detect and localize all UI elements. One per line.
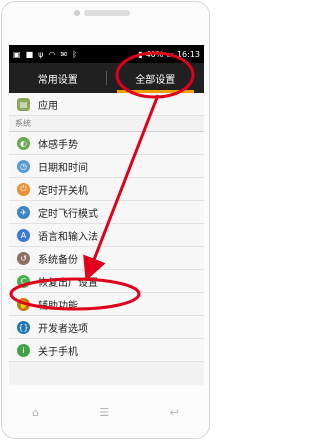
sim-icon: ▣: [13, 49, 21, 59]
settings-item-reset[interactable]: C 恢复出厂设置: [9, 270, 204, 293]
settings-item-language[interactable]: A 语言和输入法: [9, 224, 204, 247]
settings-tabs: 常用设置 全部设置: [9, 63, 204, 93]
settings-item-developer[interactable]: {} 开发者选项: [9, 316, 204, 339]
settings-item-label: 定时开关机: [38, 185, 88, 197]
gesture-icon: ◐: [17, 136, 30, 150]
clock-icon: ◷: [17, 159, 30, 173]
bluetooth-icon: ᛒ: [72, 49, 77, 59]
battery-icon: ▭: [166, 49, 174, 59]
battery-percent: 40%: [145, 49, 164, 59]
settings-item-backup[interactable]: ↺ 系统备份: [9, 247, 204, 270]
settings-item-label: 定时飞行模式: [38, 208, 98, 220]
power-icon: ⏻: [17, 182, 30, 196]
camera-icon: [74, 10, 80, 16]
settings-item-label: 系统备份: [38, 254, 78, 266]
developer-icon: {}: [17, 320, 30, 334]
info-icon: i: [17, 343, 30, 357]
settings-item-power[interactable]: ⏻ 定时开关机: [9, 178, 204, 201]
email-icon: ✉: [60, 49, 68, 59]
tab-all-settings[interactable]: 全部设置: [107, 63, 205, 93]
settings-item-apps[interactable]: ▤ 应用: [9, 93, 204, 116]
tab-common-settings[interactable]: 常用设置: [9, 63, 107, 93]
clock-time: 16:13: [176, 49, 200, 59]
phone-frame: ▣ ■ ψ ◠ ✉ ᛒ ▮ 40% ▭ 16:13 常用设置 全部设置 ▤ 应用…: [1, 1, 210, 439]
backup-icon: ↺: [17, 251, 30, 265]
section-header-system: 系统: [9, 116, 204, 132]
settings-item-label: 开发者选项: [38, 323, 88, 335]
earpiece: [84, 10, 130, 16]
settings-item-clock[interactable]: ◷ 日期和时间: [9, 155, 204, 178]
signal-icon: ▮: [138, 49, 143, 59]
screen: ▣ ■ ψ ◠ ✉ ᛒ ▮ 40% ▭ 16:13 常用设置 全部设置 ▤ 应用…: [9, 45, 204, 385]
home-icon[interactable]: ⌂: [32, 406, 39, 419]
back-icon[interactable]: ↩: [170, 406, 179, 419]
accessibility-icon: ✋: [17, 297, 30, 311]
settings-item-accessibility[interactable]: ✋ 辅助功能: [9, 293, 204, 316]
settings-item-label: 体感手势: [38, 139, 78, 151]
notification-icon: ■: [25, 49, 34, 59]
settings-item-label: 日期和时间: [38, 162, 88, 174]
settings-item-gesture[interactable]: ◐ 体感手势: [9, 132, 204, 155]
settings-item-label: 关于手机: [38, 346, 78, 358]
usb-icon: ψ: [38, 49, 44, 59]
reset-icon: C: [17, 274, 30, 288]
airplane-icon: ✈: [17, 205, 30, 219]
settings-item-label: 辅助功能: [38, 300, 78, 312]
apps-icon: ▤: [17, 97, 30, 111]
settings-list: ◐ 体感手势 ◷ 日期和时间 ⏻ 定时开关机 ✈ 定时飞行模式 A 语言和输入法 ↺ 系统备份 C 恢复出…: [9, 132, 204, 362]
settings-item-label: 应用: [38, 100, 58, 112]
language-icon: A: [17, 228, 30, 242]
settings-item-airplane[interactable]: ✈ 定时飞行模式: [9, 201, 204, 224]
status-bar: ▣ ■ ψ ◠ ✉ ᛒ ▮ 40% ▭ 16:13: [9, 45, 204, 63]
settings-item-label: 恢复出厂设置: [38, 277, 98, 289]
menu-icon[interactable]: ☰: [99, 406, 109, 419]
settings-item-info[interactable]: i 关于手机: [9, 339, 204, 362]
settings-item-label: 语言和输入法: [38, 231, 98, 243]
navigation-bar: ⌂ ☰ ↩: [2, 398, 209, 426]
wifi-icon: ◠: [48, 49, 56, 59]
